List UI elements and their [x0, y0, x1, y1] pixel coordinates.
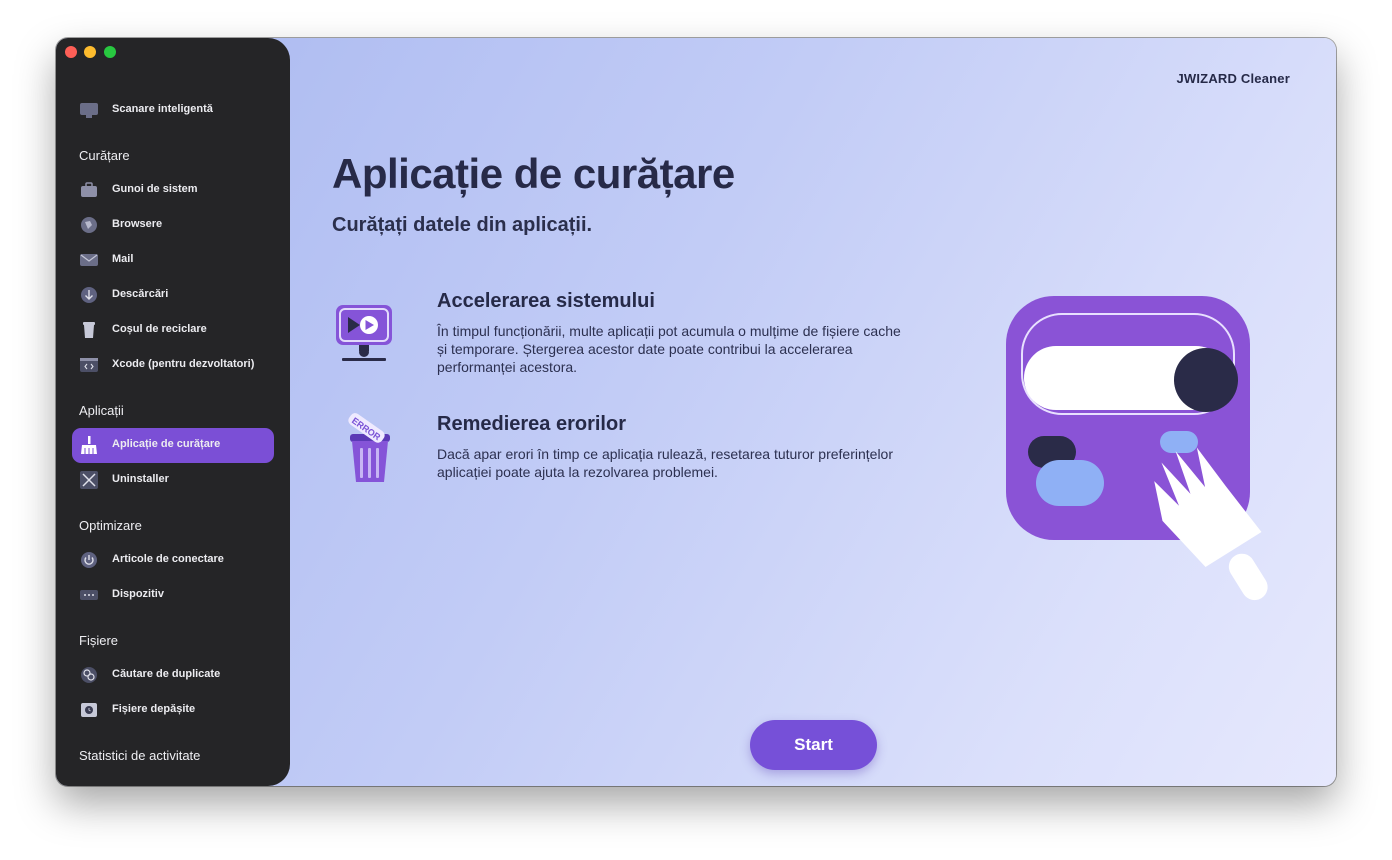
sidebar-item-label: Aplicație de curățare — [112, 438, 221, 450]
sidebar-item-label: Browsere — [112, 218, 163, 230]
sidebar-item-label: Xcode (pentru dezvoltatori) — [112, 358, 255, 370]
sidebar-item-label: Coșul de reciclare — [112, 323, 207, 335]
duplicate-search-icon — [80, 666, 98, 684]
sidebar-item-label: Dispozitiv — [112, 588, 164, 600]
feature-title-errors: Remedierea erorilor — [437, 413, 626, 435]
page-title: Aplicație de curățare — [332, 150, 735, 197]
sidebar-item-smart-scan[interactable]: Scanare inteligentă — [72, 93, 274, 128]
clock-file-icon — [80, 701, 98, 719]
sidebar-item-downloads[interactable]: Descărcări — [72, 278, 274, 313]
close-window-button[interactable] — [65, 46, 77, 58]
code-icon — [80, 356, 98, 374]
feature-desc-errors: Dacă apar erori în timp ce aplicația rul… — [437, 446, 893, 480]
trash-error-icon: ERROR — [334, 410, 396, 491]
sidebar-item-outdated[interactable]: Fișiere depășite — [72, 693, 274, 728]
section-apps: Aplicații — [79, 403, 124, 418]
section-optimize: Optimizare — [79, 518, 142, 533]
sidebar-item-label: Descărcări — [112, 288, 169, 300]
minimize-window-button[interactable] — [84, 46, 96, 58]
sidebar-item-label: Articole de conectare — [112, 553, 224, 565]
monitor-play-icon — [334, 302, 396, 367]
section-activity: Statistici de activitate — [79, 748, 201, 763]
briefcase-icon — [80, 181, 98, 199]
sidebar-item-label: Uninstaller — [112, 473, 169, 485]
section-cleaning: Curățare — [79, 148, 130, 163]
sidebar-item-devices[interactable]: Dispozitiv — [72, 578, 274, 613]
brand-name: JWIZARD Cleaner — [1176, 71, 1290, 86]
page-subtitle: Curățați datele din aplicații. — [332, 214, 593, 236]
sidebar-item-trash[interactable]: Coșul de reciclare — [72, 313, 274, 348]
sidebar-item-label: Gunoi de sistem — [112, 183, 198, 195]
sidebar-item-login-items[interactable]: Articole de conectare — [72, 543, 274, 578]
broom-icon — [80, 436, 98, 454]
sidebar-item-label: Căutare de duplicate — [112, 668, 221, 680]
sidebar-item-mail[interactable]: Mail — [72, 243, 274, 278]
sidebar-item-label: Fișiere depășite — [112, 703, 196, 715]
uninstall-icon — [80, 471, 98, 489]
envelope-icon — [80, 251, 98, 269]
app-window: JWIZARD Cleaner Aplicație de curățare Cu… — [56, 38, 1336, 786]
start-button[interactable]: Start — [750, 720, 877, 770]
sidebar-item-system-junk[interactable]: Gunoi de sistem — [72, 173, 274, 208]
sidebar-item-label: Mail — [112, 253, 134, 265]
download-icon — [80, 286, 98, 304]
power-icon — [80, 551, 98, 569]
sidebar-item-label: Scanare inteligentă — [112, 103, 213, 115]
sidebar: Scanare inteligentă Curățare Gunoi de si… — [56, 38, 290, 786]
app-cleaner-illustration — [1004, 294, 1304, 619]
section-files: Fișiere — [79, 633, 119, 648]
trash-icon — [80, 321, 98, 339]
feature-desc-acceleration: În timpul funcționării, multe aplicații … — [437, 323, 901, 375]
sidebar-item-uninstaller[interactable]: Uninstaller — [72, 463, 274, 498]
sidebar-item-browsers[interactable]: Browsere — [72, 208, 274, 243]
feature-title-acceleration: Accelerarea sistemului — [437, 290, 655, 312]
zoom-window-button[interactable] — [104, 46, 116, 58]
globe-icon — [80, 216, 98, 234]
sidebar-item-duplicates[interactable]: Căutare de duplicate — [72, 658, 274, 693]
monitor-icon — [80, 101, 98, 119]
sidebar-item-xcode[interactable]: Xcode (pentru dezvoltatori) — [72, 348, 274, 383]
device-icon — [80, 586, 98, 604]
sidebar-item-app-cleaner[interactable]: Aplicație de curățare — [72, 428, 274, 463]
